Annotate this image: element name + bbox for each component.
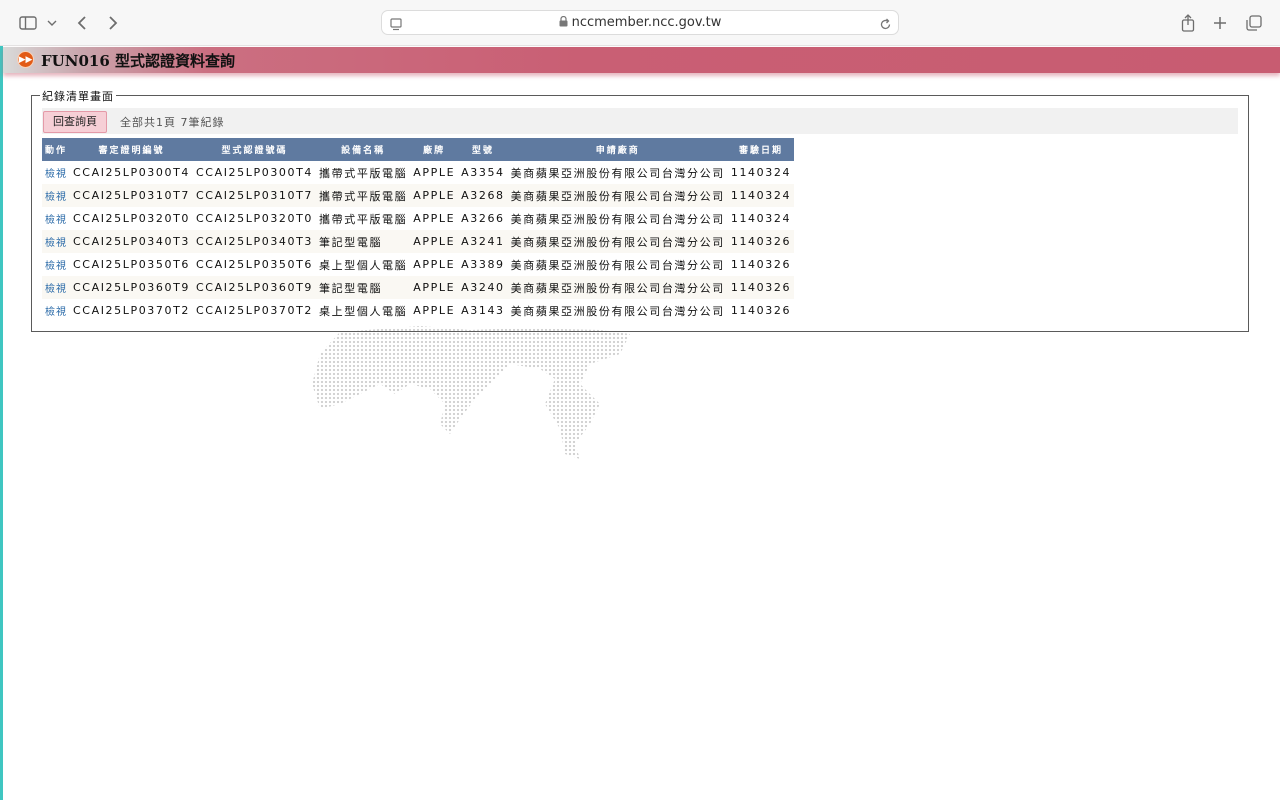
cell-brand: APPLE	[410, 230, 459, 253]
cell-type-no: CCAI25LP0340T3	[193, 230, 317, 253]
cell-cert-no: CCAI25LP0340T3	[70, 230, 194, 253]
fast-forward-icon: ▶▶	[17, 51, 34, 68]
cell-cert-no: CCAI25LP0320T0	[70, 207, 194, 230]
plus-icon[interactable]	[1212, 12, 1228, 34]
cell-device: 桌上型個人電腦	[316, 299, 411, 322]
cell-brand: APPLE	[410, 253, 459, 276]
table-row: 檢視 CCAI25LP0370T2 CCAI25LP0370T2 桌上型個人電腦…	[42, 299, 795, 322]
cell-device: 桌上型個人電腦	[316, 253, 411, 276]
share-icon[interactable]	[1180, 12, 1196, 34]
cell-device: 攜帶式平版電腦	[316, 184, 411, 207]
table-row: 檢視 CCAI25LP0360T9 CCAI25LP0360T9 筆記型電腦 A…	[42, 276, 795, 299]
cell-brand: APPLE	[410, 207, 459, 230]
cell-date: 1140324	[727, 184, 795, 207]
sidebar-icon[interactable]	[18, 12, 38, 34]
records-fieldset: 紀錄清單畫面 回查詢頁 全部共1頁 7筆紀錄 動作 審定證明編號 型式認證號碼 …	[31, 88, 1249, 332]
view-link[interactable]: 檢視	[45, 215, 67, 226]
cell-type-no: CCAI25LP0300T4	[193, 161, 317, 184]
table-row: 檢視 CCAI25LP0340T3 CCAI25LP0340T3 筆記型電腦 A…	[42, 230, 795, 253]
page-content: ▶▶ FUN016 型式認證資料查詢 紀錄清單畫面 回查詢頁 全部共1頁 7筆紀…	[0, 46, 1280, 800]
cell-date: 1140326	[727, 276, 795, 299]
table-header-row: 動作 審定證明編號 型式認證號碼 設備名稱 廠牌 型號 申請廠商 審驗日期	[42, 138, 795, 161]
table-row: 檢視 CCAI25LP0310T7 CCAI25LP0310T7 攜帶式平版電腦…	[42, 184, 795, 207]
cell-model: A3240	[458, 276, 508, 299]
title-bar: ▶▶ FUN016 型式認證資料查詢	[3, 47, 1280, 73]
browser-toolbar: nccmember.ncc.gov.tw	[0, 0, 1280, 46]
cell-device: 攜帶式平版電腦	[316, 207, 411, 230]
cell-brand: APPLE	[410, 161, 459, 184]
records-toolbar: 回查詢頁 全部共1頁 7筆紀錄	[42, 108, 1238, 134]
cell-brand: APPLE	[410, 276, 459, 299]
column-header-applicant[interactable]: 申請廠商	[507, 138, 728, 161]
cell-cert-no: CCAI25LP0350T6	[70, 253, 194, 276]
url-value: nccmember.ncc.gov.tw	[571, 15, 722, 30]
cell-model: A3143	[458, 299, 508, 322]
column-header-cert-no[interactable]: 審定證明編號	[70, 138, 194, 161]
cell-model: A3266	[458, 207, 508, 230]
cell-device: 攜帶式平版電腦	[316, 161, 411, 184]
cell-type-no: CCAI25LP0310T7	[193, 184, 317, 207]
cell-type-no: CCAI25LP0320T0	[193, 207, 317, 230]
view-link[interactable]: 檢視	[45, 307, 67, 318]
cell-applicant: 美商蘋果亞洲股份有限公司台灣分公司	[507, 161, 728, 184]
cell-model: A3241	[458, 230, 508, 253]
cell-date: 1140326	[727, 299, 795, 322]
forward-icon[interactable]	[105, 12, 121, 34]
back-to-query-button[interactable]: 回查詢頁	[43, 111, 107, 133]
cell-applicant: 美商蘋果亞洲股份有限公司台灣分公司	[507, 299, 728, 322]
table-row: 檢視 CCAI25LP0300T4 CCAI25LP0300T4 攜帶式平版電腦…	[42, 161, 795, 184]
view-link[interactable]: 檢視	[45, 238, 67, 249]
cell-model: A3268	[458, 184, 508, 207]
view-link[interactable]: 檢視	[45, 192, 67, 203]
cell-applicant: 美商蘋果亞洲股份有限公司台灣分公司	[507, 184, 728, 207]
cell-cert-no: CCAI25LP0310T7	[70, 184, 194, 207]
cell-model: A3354	[458, 161, 508, 184]
cell-cert-no: CCAI25LP0360T9	[70, 276, 194, 299]
lock-icon	[559, 15, 568, 31]
cell-type-no: CCAI25LP0350T6	[193, 253, 317, 276]
address-bar[interactable]: nccmember.ncc.gov.tw	[381, 10, 899, 35]
records-table: 動作 審定證明編號 型式認證號碼 設備名稱 廠牌 型號 申請廠商 審驗日期 檢視…	[42, 138, 795, 322]
cell-brand: APPLE	[410, 184, 459, 207]
cell-date: 1140326	[727, 230, 795, 253]
cell-date: 1140324	[727, 207, 795, 230]
cell-applicant: 美商蘋果亞洲股份有限公司台灣分公司	[507, 207, 728, 230]
column-header-type-no[interactable]: 型式認證號碼	[193, 138, 317, 161]
cell-device: 筆記型電腦	[316, 230, 411, 253]
column-header-date[interactable]: 審驗日期	[727, 138, 795, 161]
cell-date: 1140324	[727, 161, 795, 184]
view-link[interactable]: 檢視	[45, 169, 67, 180]
column-header-brand[interactable]: 廠牌	[410, 138, 459, 161]
cell-date: 1140326	[727, 253, 795, 276]
table-row: 檢視 CCAI25LP0350T6 CCAI25LP0350T6 桌上型個人電腦…	[42, 253, 795, 276]
cell-applicant: 美商蘋果亞洲股份有限公司台灣分公司	[507, 276, 728, 299]
cell-cert-no: CCAI25LP0300T4	[70, 161, 194, 184]
cell-device: 筆記型電腦	[316, 276, 411, 299]
url-text: nccmember.ncc.gov.tw	[382, 15, 898, 31]
column-header-device[interactable]: 設備名稱	[316, 138, 411, 161]
view-link[interactable]: 檢視	[45, 284, 67, 295]
view-link[interactable]: 檢視	[45, 261, 67, 272]
cell-brand: APPLE	[410, 299, 459, 322]
reload-icon[interactable]	[879, 16, 892, 35]
left-edge-strip	[0, 46, 3, 800]
tabs-overview-icon[interactable]	[1245, 12, 1263, 34]
cell-type-no: CCAI25LP0360T9	[193, 276, 317, 299]
table-row: 檢視 CCAI25LP0320T0 CCAI25LP0320T0 攜帶式平版電腦…	[42, 207, 795, 230]
cell-model: A3389	[458, 253, 508, 276]
cell-cert-no: CCAI25LP0370T2	[70, 299, 194, 322]
records-summary: 全部共1頁 7筆紀錄	[120, 116, 225, 129]
cell-applicant: 美商蘋果亞洲股份有限公司台灣分公司	[507, 253, 728, 276]
back-icon[interactable]	[74, 12, 90, 34]
cell-type-no: CCAI25LP0370T2	[193, 299, 317, 322]
column-header-action: 動作	[42, 138, 71, 161]
chevron-down-icon[interactable]	[46, 12, 58, 34]
page-title: FUN016 型式認證資料查詢	[41, 52, 235, 70]
cell-applicant: 美商蘋果亞洲股份有限公司台灣分公司	[507, 230, 728, 253]
records-legend: 紀錄清單畫面	[40, 88, 116, 104]
world-map-decoration	[312, 326, 630, 459]
column-header-model[interactable]: 型號	[458, 138, 508, 161]
